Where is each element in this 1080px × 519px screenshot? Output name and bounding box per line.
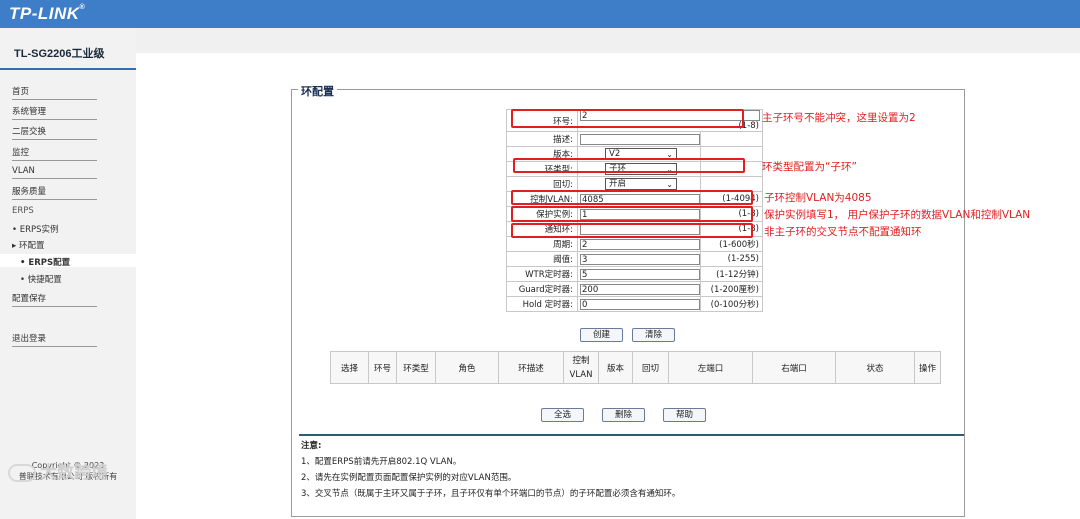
guard-range: (1-200厘秒) bbox=[700, 281, 763, 297]
sidebar: TL-SG2206工业级 首页 系统管理 二层交换 监控 VLAN 服务质量 E… bbox=[0, 28, 136, 519]
annotation-ring-id: 主子环号不能冲突，这里设置为2 bbox=[762, 112, 916, 124]
revert-value: 开启 bbox=[609, 179, 627, 189]
guard-input[interactable]: 200 bbox=[580, 283, 700, 295]
col-select: 选择 bbox=[330, 351, 369, 384]
highlight-ring-type bbox=[513, 158, 745, 173]
period-range: (1-600秒) bbox=[700, 236, 763, 252]
highlight-ring-id bbox=[511, 109, 744, 128]
annotation-notify: 非主子环的交叉节点不配置通知环 bbox=[764, 226, 922, 238]
help-button[interactable]: 帮助 bbox=[663, 408, 706, 422]
threshold-label: 阈值: bbox=[506, 251, 578, 267]
row-wtr: WTR定时器: 5 (1-12分钟) bbox=[506, 266, 763, 282]
row-period: 周期: 2 (1-600秒) bbox=[506, 236, 763, 252]
note-line-1: 1、配置ERPS前请先开启802.1Q VLAN。 bbox=[301, 457, 462, 467]
annotation-ctrl-vlan: 子环控制VLAN为4085 bbox=[764, 192, 872, 204]
sidebar-sub-ring-config[interactable]: ▸ 环配置 bbox=[12, 239, 44, 251]
delete-button[interactable]: 删除 bbox=[602, 408, 645, 422]
sidebar-item-system[interactable]: 系统管理 bbox=[12, 105, 97, 120]
reg-mark: ® bbox=[79, 4, 86, 11]
highlight-ctrl-vlan bbox=[511, 190, 753, 205]
notes-title: 注意: bbox=[301, 441, 322, 451]
col-right-port: 右端口 bbox=[752, 351, 836, 384]
sidebar-item-save-config[interactable]: 配置保存 bbox=[12, 292, 97, 307]
wtr-label: WTR定时器: bbox=[506, 266, 578, 282]
col-version: 版本 bbox=[598, 351, 633, 384]
clear-button[interactable]: 清除 bbox=[632, 328, 675, 342]
model-divider bbox=[0, 68, 136, 70]
wtr-input[interactable]: 5 bbox=[580, 268, 700, 280]
sidebar-sub-erps-instance[interactable]: • ERPS实例 bbox=[12, 223, 59, 235]
desc-input[interactable] bbox=[580, 133, 700, 145]
watermark-text: 大数跨境 bbox=[40, 463, 108, 483]
col-ring-desc: 环描述 bbox=[498, 351, 564, 384]
threshold-input[interactable]: 3 bbox=[580, 253, 700, 265]
row-hold: Hold 定时器: 0 (0-100分秒) bbox=[506, 296, 763, 312]
row-desc: 描述: bbox=[506, 131, 763, 147]
guard-label: Guard定时器: bbox=[506, 281, 578, 297]
highlight-notify bbox=[511, 223, 753, 238]
notes-divider bbox=[299, 434, 964, 436]
wtr-range: (1-12分钟) bbox=[700, 266, 763, 282]
table-header-row: 选择 环号 环类型 角色 环描述 控制 VLAN 版本 回切 左端口 右端口 状… bbox=[330, 351, 941, 384]
revert-select[interactable]: 开启 ⌄ bbox=[605, 178, 677, 190]
hold-input[interactable]: 0 bbox=[580, 298, 700, 310]
col-status: 状态 bbox=[835, 351, 915, 384]
col-ring-type: 环类型 bbox=[396, 351, 436, 384]
col-action: 操作 bbox=[914, 351, 941, 384]
col-left-port: 左端口 bbox=[668, 351, 753, 384]
row-guard: Guard定时器: 200 (1-200厘秒) bbox=[506, 281, 763, 297]
annotation-instance: 保护实例填写1， 用户保护子环的数据VLAN和控制VLAN bbox=[764, 209, 1031, 221]
annotation-ring-type: 环类型配置为“子环” bbox=[762, 161, 857, 173]
sidebar-sub-erps-config[interactable]: • ERPS配置 bbox=[20, 256, 70, 268]
notes: 注意: 1、配置ERPS前请先开启802.1Q VLAN。 2、请先在实例配置页… bbox=[301, 438, 680, 502]
sidebar-item-qos[interactable]: 服务质量 bbox=[12, 185, 97, 200]
brand-logo: TP-LINK® bbox=[9, 4, 85, 24]
select-all-button[interactable]: 全选 bbox=[541, 408, 584, 422]
hold-label: Hold 定时器: bbox=[506, 296, 578, 312]
note-line-3: 3、交叉节点（既属于主环又属于子环，且子环仅有单个环端口的节点）的子环配置必须含… bbox=[301, 489, 681, 499]
desc-label: 描述: bbox=[506, 131, 578, 147]
period-input[interactable]: 2 bbox=[580, 238, 700, 250]
col-role: 角色 bbox=[435, 351, 499, 384]
sidebar-item-vlan[interactable]: VLAN bbox=[12, 166, 97, 179]
sidebar-item-monitor[interactable]: 监控 bbox=[12, 146, 97, 161]
top-header: TP-LINK® bbox=[0, 0, 1080, 28]
chevron-down-icon: ⌄ bbox=[666, 180, 673, 189]
sidebar-item-logout[interactable]: 退出登录 bbox=[12, 332, 97, 347]
threshold-range: (1-255) bbox=[700, 251, 763, 267]
sidebar-item-erps[interactable]: ERPS bbox=[12, 206, 34, 216]
highlight-instance bbox=[511, 206, 753, 222]
hold-range: (0-100分秒) bbox=[700, 296, 763, 312]
note-line-2: 2、请先在实例配置页面配置保护实例的对应VLAN范围。 bbox=[301, 473, 517, 483]
sidebar-item-home[interactable]: 首页 bbox=[12, 85, 97, 100]
col-ring-id: 环号 bbox=[368, 351, 397, 384]
col-ctrl-vlan: 控制 VLAN bbox=[563, 351, 599, 384]
sidebar-sub-quick-config[interactable]: • 快捷配置 bbox=[20, 273, 62, 285]
period-label: 周期: bbox=[506, 236, 578, 252]
panel-title: 环配置 bbox=[298, 83, 337, 99]
row-threshold: 阈值: 3 (1-255) bbox=[506, 251, 763, 267]
model-name: TL-SG2206工业级 bbox=[14, 48, 105, 60]
ring-list-table: 选择 环号 环类型 角色 环描述 控制 VLAN 版本 回切 左端口 右端口 状… bbox=[330, 351, 941, 384]
brand-text: TP-LINK bbox=[9, 4, 80, 23]
watermark: 大数跨境 bbox=[8, 458, 108, 483]
col-revert: 回切 bbox=[632, 351, 669, 384]
watermark-icon bbox=[8, 464, 36, 482]
sidebar-item-l2[interactable]: 二层交换 bbox=[12, 125, 97, 140]
create-button[interactable]: 创建 bbox=[580, 328, 623, 342]
